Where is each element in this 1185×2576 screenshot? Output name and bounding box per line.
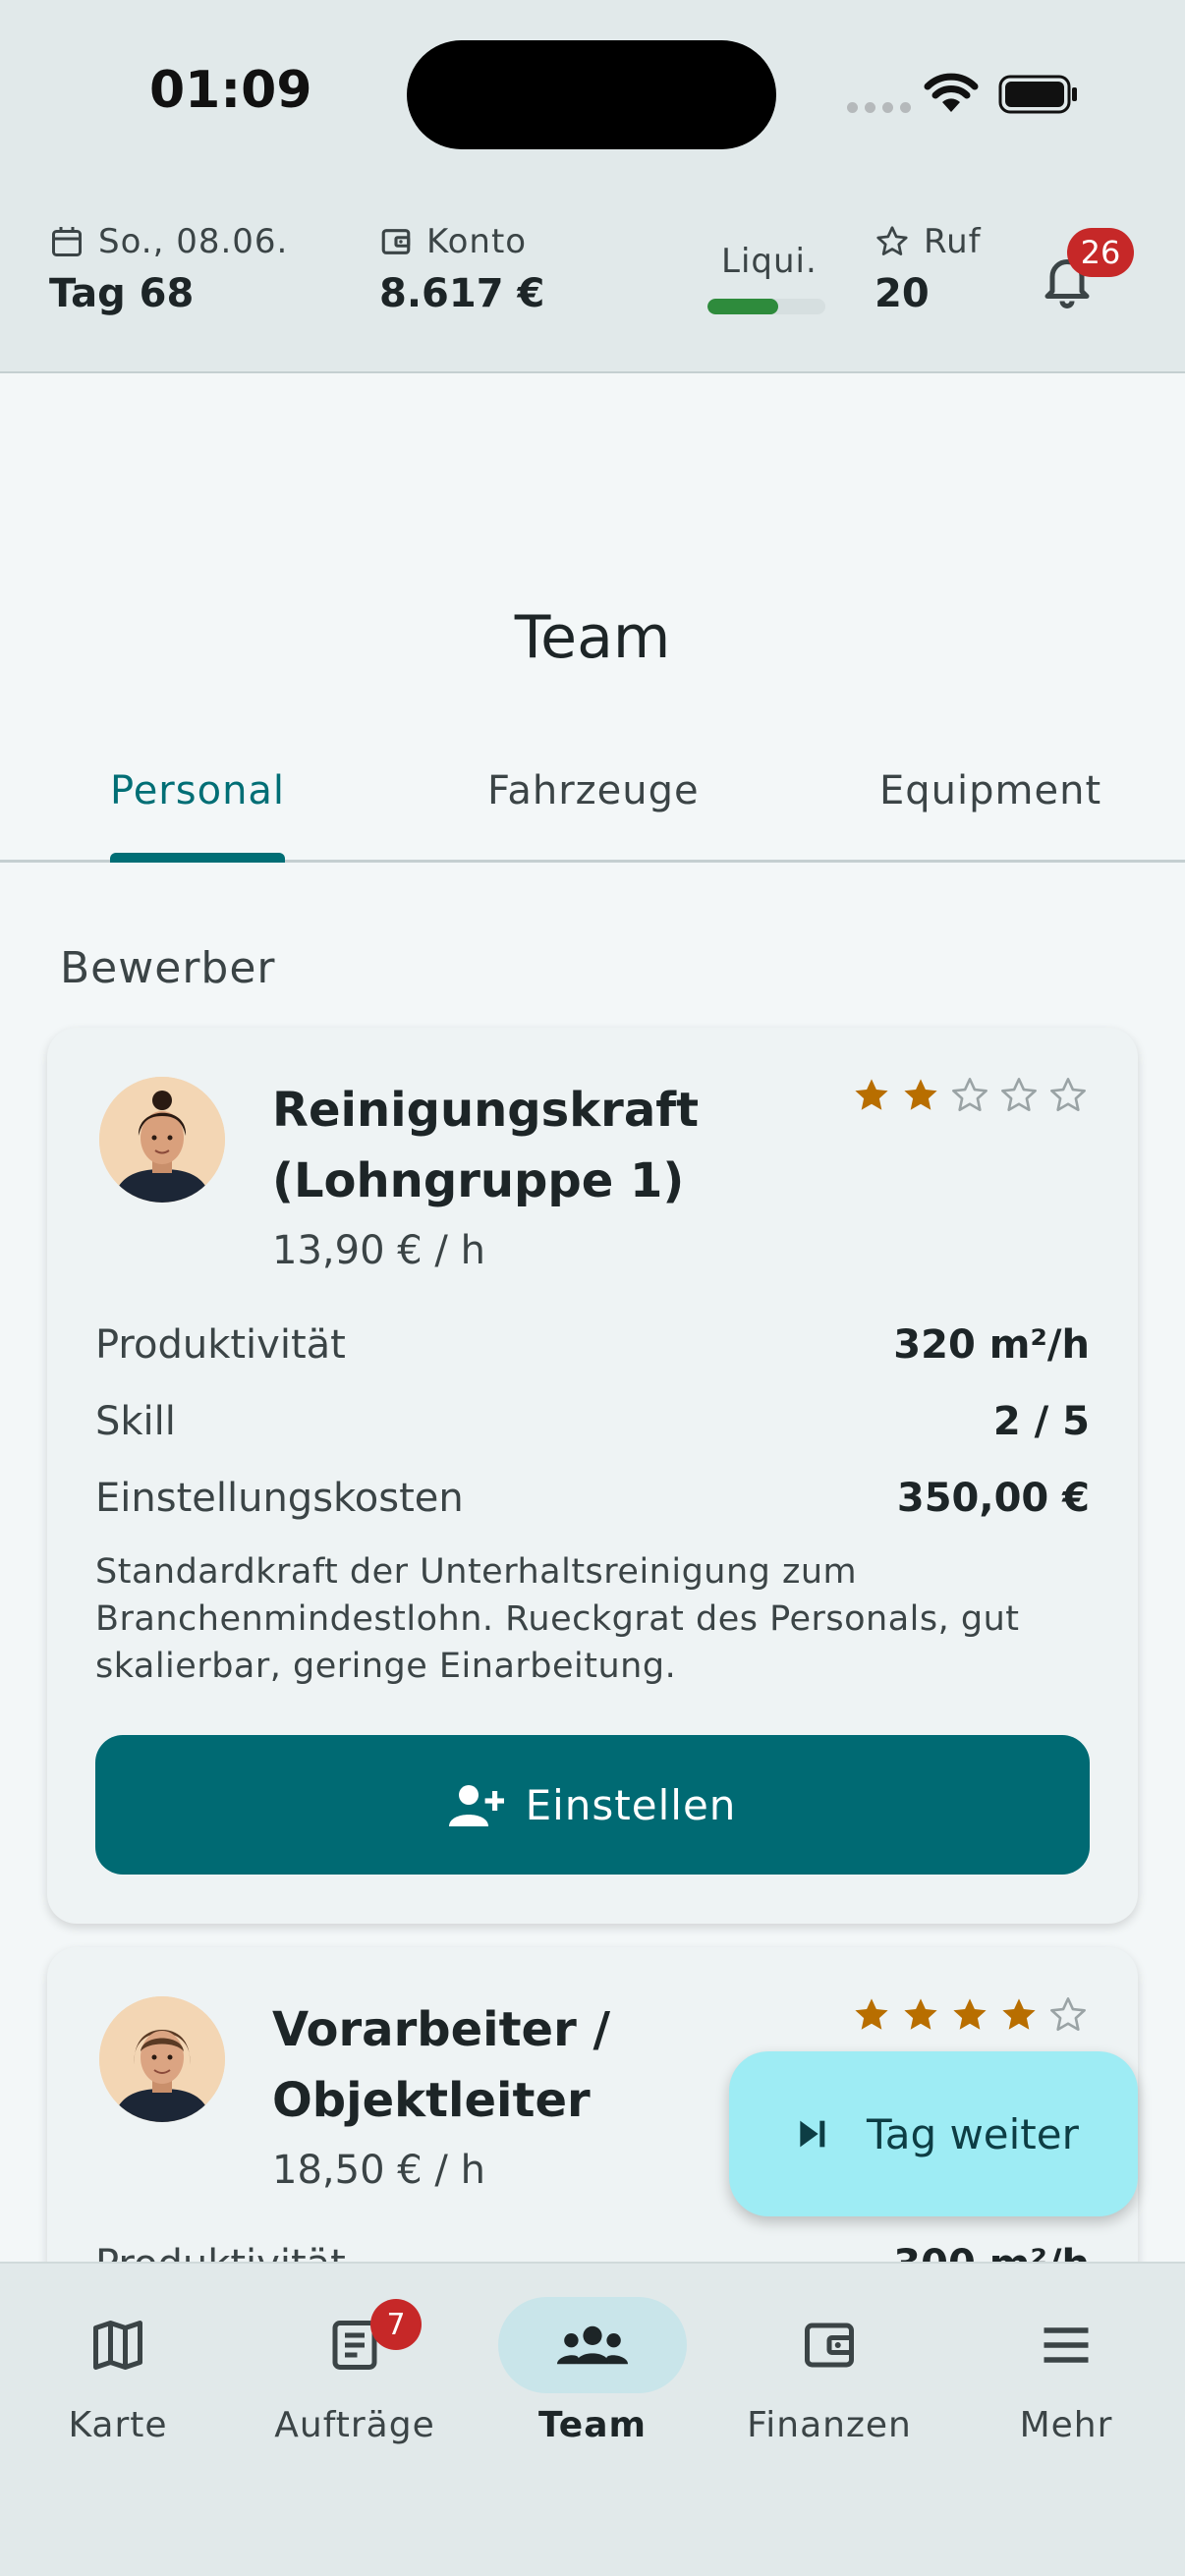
group-icon <box>557 2325 628 2365</box>
applicant-title: Vorarbeiter / Objektleiter <box>272 2002 611 2128</box>
day-value: Tag 68 <box>49 271 195 316</box>
star-empty-icon <box>1001 1078 1037 1112</box>
wifi-icon <box>924 73 979 112</box>
ruf-label: Ruf <box>924 222 982 261</box>
person-add-icon <box>448 1785 504 1826</box>
status-time: 01:09 <box>149 61 312 120</box>
applicant-wage: 13,90 € / h <box>272 1228 485 1273</box>
stat-label: Skill <box>95 1399 176 1444</box>
next-day-button[interactable]: Tag weiter <box>729 2051 1138 2216</box>
nav-item-team[interactable]: Team <box>475 2297 710 2445</box>
map-icon <box>93 2321 142 2370</box>
star-filled-icon <box>953 1998 987 2030</box>
stat-value: 320 m²/h <box>893 1322 1090 1368</box>
nav-label: Mehr <box>1019 2405 1113 2445</box>
star-outline-icon <box>876 226 908 255</box>
next-day-label: Tag weiter <box>867 2109 1079 2158</box>
nav-label: Karte <box>68 2405 168 2445</box>
tab-indicator <box>110 853 285 863</box>
date-label: So., 08.06. <box>98 222 289 261</box>
tab-equipment[interactable]: Equipment <box>879 768 1101 813</box>
stat-value: 350,00 € <box>896 1476 1090 1521</box>
nav-item-finanzen[interactable]: Finanzen <box>711 2297 947 2445</box>
signal-icon <box>847 102 911 113</box>
applicant-title: Reinigungskraft (Lohngruppe 1) <box>272 1083 700 1208</box>
star-empty-icon <box>952 1078 988 1112</box>
top-bar: 01:09 So., 08.06. Tag 68 Konto 8.617 € L… <box>0 0 1185 373</box>
stat-row-productivity: Produktivität 320 m²/h <box>95 1322 1090 1368</box>
wallet-icon <box>805 2323 854 2368</box>
date-stat: So., 08.06. Tag 68 <box>49 222 288 316</box>
konto-value: 8.617 € <box>379 271 545 316</box>
nav-item-auftraege[interactable]: 7 Aufträge <box>237 2297 473 2445</box>
nav-label: Team <box>538 2405 647 2445</box>
tab-fahrzeuge[interactable]: Fahrzeuge <box>487 768 700 813</box>
menu-icon <box>1044 2327 1089 2363</box>
nav-item-karte[interactable]: Karte <box>0 2297 236 2445</box>
rating-stars <box>851 1075 1089 1116</box>
dynamic-island <box>407 40 776 149</box>
applicant-description: Standardkraft der Unterhaltsreinigung zu… <box>95 1552 1020 1686</box>
star-empty-icon <box>1050 1078 1086 1112</box>
liquidity-bar <box>707 299 825 314</box>
notification-badge: 26 <box>1067 228 1134 277</box>
ruf-value: 20 <box>875 271 930 316</box>
applicant-wage: 18,50 € / h <box>272 2148 485 2193</box>
konto-stat: Konto 8.617 € <box>379 222 544 316</box>
nav-item-mehr[interactable]: Mehr <box>948 2297 1184 2445</box>
nav-label: Aufträge <box>274 2405 435 2445</box>
battery-icon <box>998 75 1077 114</box>
stat-value: 2 / 5 <box>992 1399 1090 1444</box>
nav-label: Finanzen <box>747 2405 912 2445</box>
star-filled-icon <box>904 1079 937 1110</box>
star-filled-icon <box>855 1079 888 1110</box>
stat-row-hiring-cost: Einstellungskosten 350,00 € <box>95 1476 1090 1521</box>
stat-row-skill: Skill 2 / 5 <box>95 1399 1090 1444</box>
avatar <box>99 1077 225 1203</box>
star-empty-icon <box>1050 1997 1086 2032</box>
liquidity-bar-fill <box>707 299 778 314</box>
reputation-stat: Ruf 20 <box>875 222 982 316</box>
calendar-icon <box>52 227 82 256</box>
wallet-icon <box>381 229 411 254</box>
tab-personal[interactable]: Personal <box>110 768 285 813</box>
skip-next-icon <box>800 2120 825 2148</box>
star-filled-icon <box>855 1998 888 2030</box>
stat-label: Produktivität <box>95 1322 346 1368</box>
hire-button-label: Einstellen <box>525 1780 737 1829</box>
stat-label: Einstellungskosten <box>95 1476 464 1521</box>
tab-bar: Personal Fahrzeuge Equipment <box>0 756 1185 863</box>
star-filled-icon <box>904 1998 937 2030</box>
star-filled-icon <box>1002 1998 1036 2030</box>
page-title: Team <box>514 603 671 672</box>
applicant-card: Reinigungskraft (Lohngruppe 1) 13,90 € /… <box>47 1028 1138 1924</box>
bottom-navigation: Karte 7 Aufträge Team Finanzen Mehr <box>0 2262 1185 2576</box>
liqui-label: Liqui. <box>721 242 818 281</box>
liquidity-stat: Liqui. <box>707 242 825 314</box>
rating-stars <box>851 1994 1089 2036</box>
orders-badge: 7 <box>370 2299 422 2350</box>
avatar <box>99 1996 225 2122</box>
konto-label: Konto <box>426 222 528 261</box>
section-label: Bewerber <box>60 943 276 993</box>
hire-button[interactable]: Einstellen <box>95 1735 1090 1875</box>
